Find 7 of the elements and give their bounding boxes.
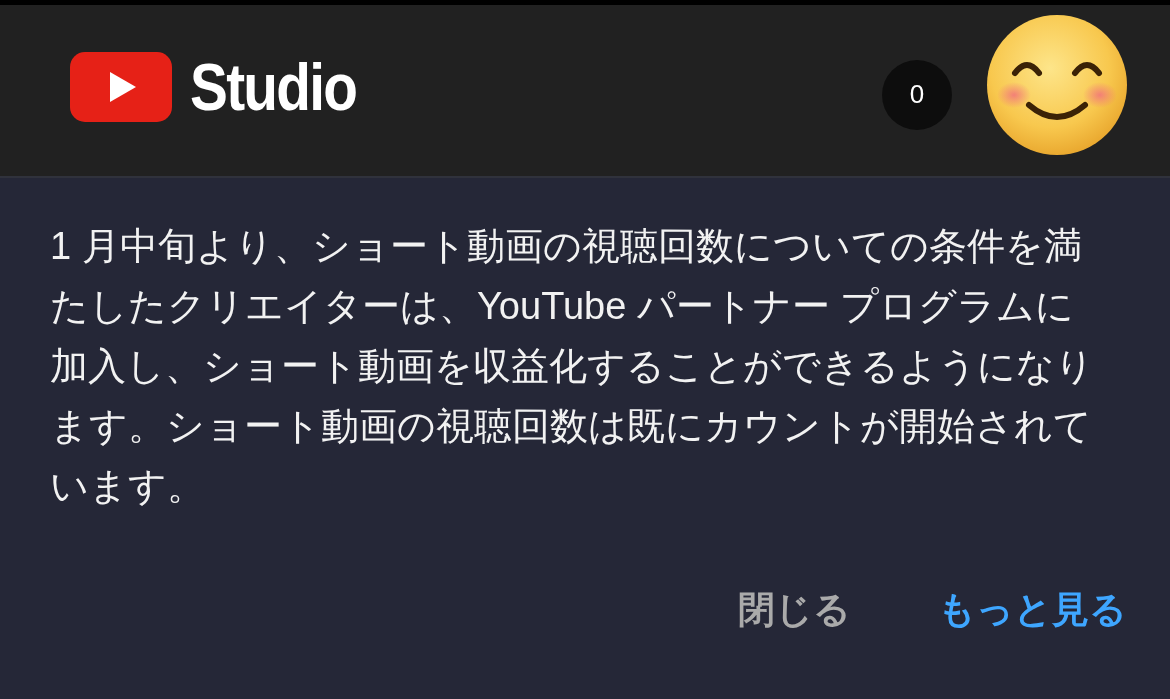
- smiling-face-icon[interactable]: [987, 14, 1127, 155]
- notice-message: 1 月中旬より、ショート動画の視聴回数についての条件を満たしたクリエイターは、YouTube パートナー プログラムに加入し、ショート動画を収益化することができるようになります。ショート動画の視聴回数は既にカウントが開始されています。: [50, 224, 1095, 509]
- close-button[interactable]: 閉じる: [726, 578, 863, 642]
- logo-text: Studio: [190, 50, 357, 123]
- learn-more-button[interactable]: もっと見る: [926, 578, 1139, 642]
- play-logo-icon: [70, 51, 172, 122]
- notification-count[interactable]: 0: [882, 59, 952, 130]
